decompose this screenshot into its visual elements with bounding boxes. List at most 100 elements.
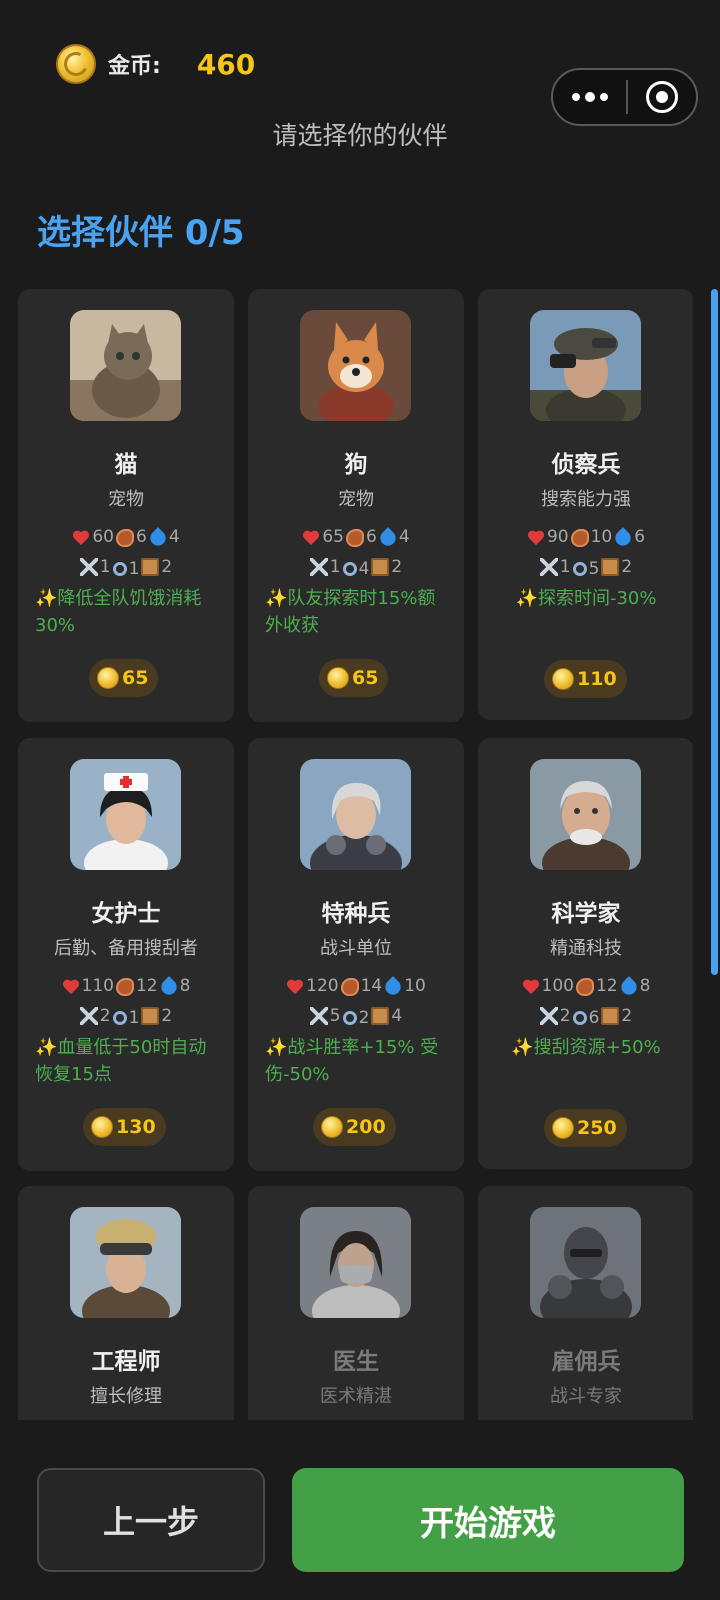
heart-icon: [62, 978, 80, 996]
companion-name: 科学家: [551, 901, 621, 927]
companion-card-special-forces[interactable]: 特种兵 战斗单位 120 14 10 524 ✨战斗胜率+15% 受伤-50% 20…: [248, 738, 464, 1171]
companion-role: 战斗专家: [550, 1386, 622, 1407]
water-drop-icon: [157, 975, 180, 998]
heart-icon: [527, 529, 545, 547]
companion-role: 宠物: [338, 489, 374, 510]
meat-icon: [570, 528, 589, 547]
meat-icon: [115, 528, 134, 547]
companion-role: 医术精湛: [320, 1386, 392, 1407]
box-icon: [601, 1007, 620, 1025]
previous-step-button[interactable]: 上一步: [37, 1468, 265, 1572]
companion-card-doctor[interactable]: 医生 医术精湛: [248, 1186, 464, 1421]
meat-icon: [115, 977, 134, 996]
box-icon: [601, 558, 620, 576]
scientist-avatar: [530, 759, 641, 870]
price-badge[interactable]: 65: [319, 659, 389, 697]
companion-skill: ✨战斗胜率+15% 受伤-50%: [265, 1037, 439, 1085]
water-drop-icon: [146, 526, 169, 549]
meat-icon: [575, 977, 594, 996]
coin-value: 460: [196, 47, 256, 81]
companion-card-engineer[interactable]: 工程师 擅长修理: [18, 1186, 234, 1421]
box-icon: [371, 558, 390, 576]
heart-icon: [302, 529, 320, 547]
companion-role: 宠物: [108, 489, 144, 510]
water-drop-icon: [612, 526, 635, 549]
companion-skill: ✨探索时间-30%: [515, 588, 657, 609]
box-icon: [141, 1007, 160, 1025]
coin-icon: [321, 1116, 343, 1138]
companion-role: 精通科技: [550, 938, 622, 959]
companion-name: 侦察兵: [551, 452, 621, 478]
water-drop-icon: [376, 526, 399, 549]
companion-name: 工程师: [91, 1349, 161, 1375]
meat-icon: [340, 977, 359, 996]
heart-icon: [522, 978, 540, 996]
coin-display: 金币: 460: [56, 44, 255, 84]
close-miniprogram-icon[interactable]: [628, 81, 696, 113]
top-bar: 金币: 460: [0, 0, 720, 126]
magnifier-icon: [342, 1011, 357, 1025]
companion-name: 猫: [114, 452, 138, 478]
companion-card-scout[interactable]: 侦察兵 搜索能力强 90 10 6 152 ✨探索时间-30% 110: [478, 289, 693, 720]
companion-card-mercenary[interactable]: 雇佣兵 战斗专家: [478, 1186, 693, 1421]
coin-label: 金币:: [108, 54, 161, 79]
magnifier-icon: [572, 562, 587, 576]
companion-role: 擅长修理: [90, 1386, 162, 1407]
coin-icon: [91, 1116, 113, 1138]
page-subtitle: 请选择你的伙伴: [272, 121, 448, 150]
water-drop-icon: [617, 975, 640, 998]
price-badge[interactable]: 65: [89, 659, 159, 697]
price-badge[interactable]: 250: [544, 1109, 627, 1147]
companion-name: 特种兵: [321, 901, 391, 927]
doctor-avatar: [300, 1207, 411, 1318]
price-badge[interactable]: 200: [313, 1108, 396, 1146]
start-game-button[interactable]: 开始游戏: [292, 1468, 684, 1572]
companion-skill: ✨队友探索时15%额外收获: [265, 588, 436, 636]
section-title: 选择伙伴 0/5: [37, 213, 245, 253]
soldier-avatar: [300, 759, 411, 870]
companion-card-nurse[interactable]: 女护士 后勤、备用搜刮者 110 12 8 212 ✨血量低于50时自动恢复15点 …: [18, 738, 234, 1171]
box-icon: [371, 1007, 390, 1025]
swords-icon: [79, 1007, 98, 1025]
scrollbar[interactable]: [711, 289, 718, 975]
companion-role: 战斗单位: [320, 938, 392, 959]
footer-bar: 上一步 开始游戏: [0, 1420, 720, 1600]
magnifier-icon: [572, 1011, 587, 1025]
swords-icon: [539, 1007, 558, 1025]
cat-avatar: [70, 310, 181, 421]
swords-icon: [79, 558, 98, 576]
companion-skill: ✨降低全队饥饿消耗30%: [35, 588, 202, 636]
meat-icon: [345, 528, 364, 547]
companion-stats: 60 6 4 112: [18, 525, 234, 584]
magnifier-icon: [112, 1011, 127, 1025]
coin-icon: [552, 1117, 574, 1139]
magnifier-icon: [342, 562, 357, 576]
coin-icon: [327, 667, 349, 689]
companion-skill: ✨血量低于50时自动恢复15点: [35, 1037, 207, 1085]
companion-stats: 90 10 6 152: [478, 525, 693, 584]
box-icon: [141, 558, 160, 576]
swords-icon: [309, 558, 328, 576]
companion-role: 搜索能力强: [541, 489, 631, 510]
swords-icon: [309, 1007, 328, 1025]
mercenary-avatar: [530, 1207, 641, 1318]
companion-stats: 110 12 8 212: [18, 974, 234, 1033]
price-badge[interactable]: 130: [83, 1108, 166, 1146]
nurse-avatar: [70, 759, 181, 870]
companion-stats: 65 6 4 142: [248, 525, 464, 584]
price-badge[interactable]: 110: [544, 660, 627, 698]
companion-stats: 100 12 8 262: [478, 974, 693, 1033]
companion-name: 女护士: [91, 901, 161, 927]
companion-skill: ✨搜刮资源+50%: [511, 1037, 661, 1058]
companion-name: 雇佣兵: [551, 1349, 621, 1375]
companion-card-dog[interactable]: 狗 宠物 65 6 4 142 ✨队友探索时15%额外收获 65: [248, 289, 464, 722]
companion-card-scientist[interactable]: 科学家 精通科技 100 12 8 262 ✨搜刮资源+50% 250: [478, 738, 693, 1169]
companion-stats: 120 14 10 524: [248, 974, 464, 1033]
heart-icon: [286, 978, 304, 996]
water-drop-icon: [382, 975, 405, 998]
coin-icon: [552, 668, 574, 690]
companion-card-cat[interactable]: 猫 宠物 60 6 4 112 ✨降低全队饥饿消耗30% 65: [18, 289, 234, 722]
magnifier-icon: [112, 562, 127, 576]
heart-icon: [72, 529, 90, 547]
coin-icon: [56, 44, 96, 84]
